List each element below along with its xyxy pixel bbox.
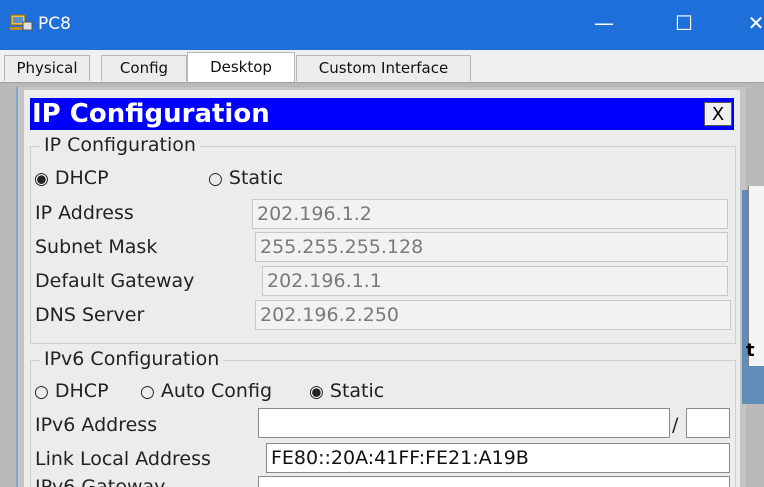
dialog-title: IP Configuration [32, 99, 270, 129]
default-gateway-field[interactable]: 202.196.1.1 [262, 266, 728, 296]
tab-physical[interactable]: Physical [4, 55, 90, 81]
ipv6-address-label: IPv6 Address [35, 414, 158, 436]
ipv6-gateway-label: IPv6 Gateway [35, 476, 166, 487]
tab-desktop[interactable]: Desktop [187, 52, 295, 82]
ipv6-dhcp-radio[interactable]: ○ DHCP [34, 380, 109, 402]
prefix-separator: / [672, 414, 679, 436]
dialog-header: IP Configuration X [30, 98, 734, 130]
window-title: PC8 [38, 14, 71, 34]
radio-selected-icon: ◉ [309, 382, 324, 402]
dns-server-label: DNS Server [35, 304, 145, 326]
ipv6-gateway-input[interactable] [258, 476, 730, 487]
minimize-button[interactable]: — [584, 10, 624, 36]
ip-address-field[interactable]: 202.196.1.2 [252, 199, 728, 229]
ip-configuration-dialog: IP Configuration X IP Configuration ◉ DH… [24, 90, 740, 487]
ipv6-dhcp-label: DHCP [54, 380, 109, 402]
ipv4-static-label: Static [228, 167, 284, 189]
link-local-address-label: Link Local Address [35, 448, 211, 470]
background-window-edge: t [742, 186, 764, 404]
ipv6-static-label: Static [329, 380, 385, 402]
ipv6-address-input[interactable] [258, 408, 670, 438]
default-gateway-label: Default Gateway [35, 270, 195, 292]
radio-selected-icon: ◉ [34, 169, 49, 189]
subnet-mask-field[interactable]: 255.255.255.128 [255, 232, 728, 262]
tab-bar: Physical Config Desktop Custom Interface [0, 50, 764, 83]
ipv4-dhcp-label: DHCP [54, 167, 109, 189]
close-window-button[interactable]: ✕ [736, 10, 764, 36]
background-window-text: t [746, 340, 755, 361]
ipv6-static-radio[interactable]: ◉ Static [309, 380, 384, 402]
link-local-address-field[interactable]: FE80::20A:41FF:FE21:A19B [266, 443, 730, 473]
ip-address-label: IP Address [35, 202, 134, 224]
dialog-close-button[interactable]: X [704, 102, 732, 126]
ipv6-auto-config-radio[interactable]: ○ Auto Config [140, 380, 272, 402]
dns-server-field[interactable]: 202.196.2.250 [255, 300, 731, 330]
tab-config[interactable]: Config [101, 55, 187, 81]
ipv4-group-label: IP Configuration [40, 134, 200, 156]
maximize-button[interactable]: ☐ [664, 10, 704, 36]
background-window-content [748, 186, 764, 366]
ipv4-dhcp-radio[interactable]: ◉ DHCP [34, 167, 109, 189]
ipv6-prefix-input[interactable] [686, 408, 730, 438]
ipv6-auto-config-label: Auto Config [160, 380, 273, 402]
window-titlebar: PC8 — ☐ ✕ [0, 0, 764, 50]
radio-unselected-icon: ○ [140, 382, 155, 402]
ipv6-group-label: IPv6 Configuration [40, 348, 224, 370]
ipv4-static-radio[interactable]: ○ Static [208, 167, 283, 189]
subnet-mask-label: Subnet Mask [35, 236, 158, 258]
radio-unselected-icon: ○ [208, 169, 223, 189]
radio-unselected-icon: ○ [34, 382, 49, 402]
pc-app-icon [10, 14, 33, 31]
tab-custom-interface[interactable]: Custom Interface [296, 55, 471, 81]
